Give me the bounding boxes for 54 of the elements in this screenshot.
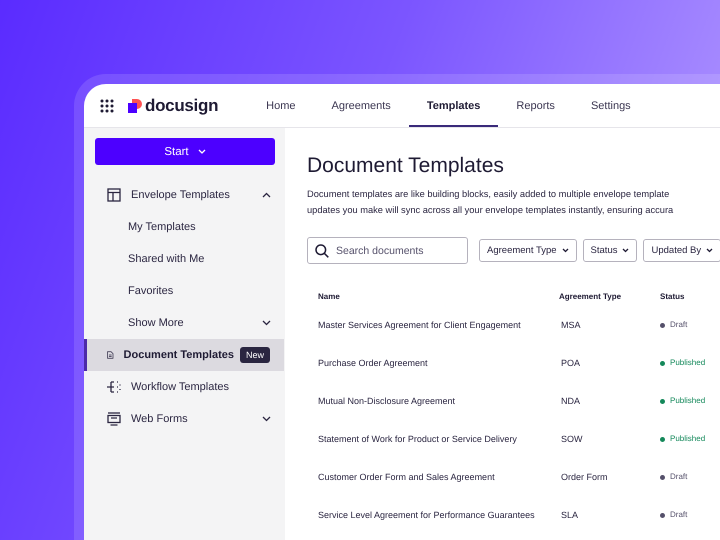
sidebar-subitem[interactable]: Shared with Me xyxy=(84,243,285,275)
page-title: Document Templates xyxy=(307,154,505,178)
description-line: Document templates are like building blocks, easily added to multiple envelope template xyxy=(307,188,670,201)
logo-icon xyxy=(128,98,142,112)
search-field[interactable]: Search documents xyxy=(307,237,468,264)
document-name[interactable]: Statement of Work for Product or Service Delivery xyxy=(318,434,517,444)
sidebar-item[interactable]: Workflow Templates xyxy=(84,371,285,403)
status-label: Published xyxy=(670,357,706,370)
chevron-down-icon xyxy=(562,248,569,253)
layout-icon xyxy=(107,188,121,202)
agreement-type: NDA xyxy=(560,396,580,406)
filter-dropdown[interactable]: Updated By xyxy=(643,239,720,262)
workflow-icon xyxy=(107,380,121,394)
status-label: Draft xyxy=(670,319,688,332)
document-name[interactable]: Master Services Agreement for Client Engagement xyxy=(318,320,521,330)
chevron-down-icon xyxy=(622,248,630,253)
sidebar-item[interactable]: Web Forms xyxy=(84,403,285,435)
sidebar-subitem[interactable]: Favorites xyxy=(84,275,285,307)
chevron-down-icon xyxy=(706,248,714,253)
new-badge: New xyxy=(240,347,270,363)
screen-form-icon xyxy=(107,412,121,426)
agreement-type: SOW xyxy=(560,434,582,444)
start-button[interactable]: Start xyxy=(95,138,275,165)
column-header[interactable]: Name xyxy=(307,286,548,306)
document-name[interactable]: Service Level Agreement for Performance Guarantees xyxy=(318,510,535,520)
sidebar-item[interactable]: Document Templates New xyxy=(84,339,284,371)
search-icon xyxy=(315,244,329,258)
status-label: Published xyxy=(670,433,706,446)
nav-tab[interactable]: Reports xyxy=(498,84,573,127)
document-name[interactable]: Mutual Non-Disclosure Agreement xyxy=(318,396,456,406)
sidebar-item[interactable]: Envelope Templates xyxy=(84,179,285,211)
brand-name: docusign xyxy=(145,96,218,116)
status-label: Draft xyxy=(670,509,688,522)
nav-tab[interactable]: Settings xyxy=(572,84,649,127)
nav-tab[interactable]: Home xyxy=(248,84,314,127)
document-name[interactable]: Purchase Order Agreement xyxy=(318,358,428,368)
sidebar-subitem[interactable]: My Templates xyxy=(84,211,285,243)
status-label: Draft xyxy=(670,471,688,484)
document-name[interactable]: Customer Order Form and Sales Agreement xyxy=(318,472,495,482)
agreement-type: POA xyxy=(560,358,580,368)
column-header[interactable]: Agreement Type xyxy=(548,286,649,306)
filter-dropdown[interactable]: Agreement Type xyxy=(479,239,577,262)
nav-tab[interactable]: Templates xyxy=(408,84,498,127)
nav-tab[interactable]: Agreements xyxy=(314,84,409,127)
agreement-type: Order Form xyxy=(560,472,608,482)
description-line: updates you make will sync across all your envelope templates instantly, ensuring accura xyxy=(307,204,674,217)
sidebar-subitem[interactable]: Show More xyxy=(84,307,285,339)
status-label: Published xyxy=(670,395,706,408)
filter-dropdown[interactable]: Status xyxy=(582,239,638,262)
agreement-type: MSA xyxy=(560,320,581,330)
agreement-type: SLA xyxy=(560,510,578,520)
app-grid-icon[interactable] xyxy=(100,98,114,112)
column-header[interactable]: Status xyxy=(649,286,720,306)
chevron-down-icon xyxy=(198,149,206,154)
